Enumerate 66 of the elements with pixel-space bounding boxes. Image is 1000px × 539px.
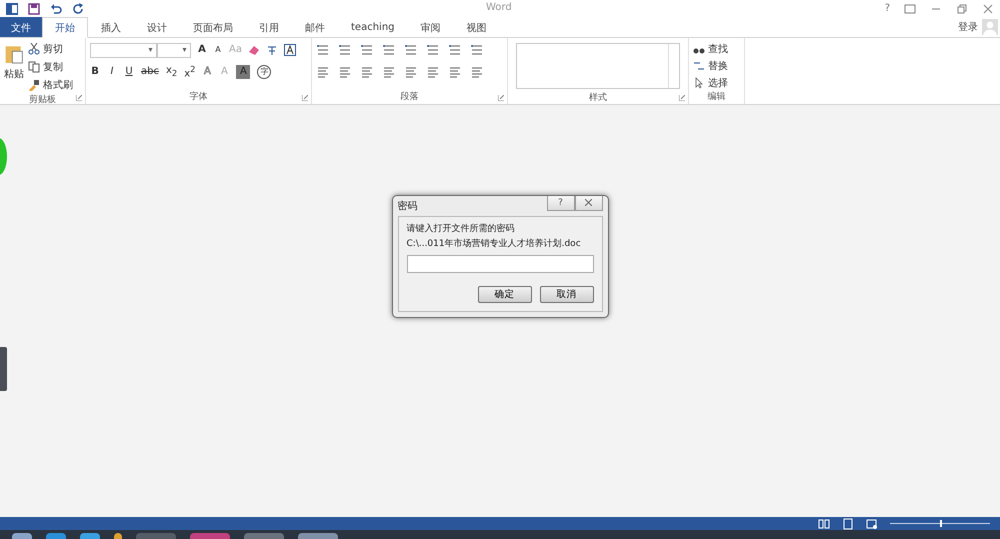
close-icon [585,199,592,206]
file-path: C:\...011年市场营销专业人才培养计划.doc [406,238,581,250]
redo-icon[interactable] [72,2,84,14]
ribbon-tab[interactable]: 开始 [42,17,88,38]
paste-button[interactable]: 粘贴 [4,67,24,81]
font-button[interactable]: A [213,43,223,57]
font-button[interactable]: x$^{2}$ [184,62,196,82]
close-button[interactable] [574,196,602,210]
taskbar-icon[interactable] [80,533,100,539]
font-button[interactable]: U [124,65,134,79]
caret-icon [148,48,153,52]
group-label: 样式 [589,92,607,104]
group-label: 剪贴板 [29,94,56,106]
undo-icon[interactable] [50,2,62,14]
format-painter-button[interactable]: 格式刷 [43,78,73,92]
launcher-icon[interactable] [302,95,308,101]
font-button[interactable]: I [107,65,117,79]
font-button[interactable]: x$_{2}$ [166,64,178,80]
web-layout-icon[interactable] [866,518,878,530]
font-button[interactable]: A [236,65,250,79]
print-layout-icon[interactable] [842,518,854,530]
caret-icon [182,48,187,52]
help-button[interactable]: ? [546,196,574,210]
edit-button[interactable]: 选择 [708,76,728,90]
read-mode-icon[interactable] [818,518,830,530]
font-button[interactable]: 字 [257,65,272,79]
taskbar-icon[interactable] [298,533,338,539]
align-left-icon[interactable] [316,66,330,78]
word-logo-icon [6,2,18,14]
copy-button[interactable]: 复制 [43,60,63,74]
save-icon[interactable] [28,2,40,14]
launcher-icon[interactable] [76,95,82,101]
close-icon[interactable] [982,2,994,14]
dialog-button[interactable]: 确定 [478,286,532,302]
window-title: Word [486,2,512,13]
font-button[interactable]: A [197,43,207,57]
restore-icon[interactable] [956,2,968,14]
bullets-icon[interactable] [316,44,330,56]
font-button[interactable]: B [90,65,100,79]
edit-button[interactable]: 替换 [708,58,728,72]
prompt-text: 请键入打开文件所需的密码 [406,222,514,234]
ribbon-tab[interactable]: 文件 [0,17,42,37]
edit-button[interactable]: 查找 [708,42,728,56]
bordered-a-icon[interactable] [284,44,296,56]
ribbon-display-icon[interactable] [904,2,916,14]
taskbar-icon[interactable] [46,533,66,539]
help-button[interactable]: ? [884,3,890,14]
eraser-icon[interactable] [248,44,260,56]
sign-in-link[interactable]: 登录 [958,20,978,34]
scissors-icon [28,43,40,55]
font-size-field[interactable] [157,42,191,58]
dialog-title: 密码 [398,200,418,212]
dialog-button[interactable]: 取消 [540,286,594,302]
cursor-icon [693,76,705,88]
group-label: 编辑 [708,90,726,104]
launcher-icon[interactable] [679,95,685,101]
font-button[interactable]: abc [141,65,159,79]
font-name-field[interactable] [90,42,157,58]
group-label: 字体 [190,90,208,104]
copy-icon [28,61,40,73]
cut-button[interactable]: 剪切 [43,42,63,56]
password-field[interactable] [406,254,594,272]
brush-icon [28,79,40,91]
taskbar-icon[interactable] [114,533,122,539]
launcher-icon[interactable] [498,95,504,101]
group-label: 段落 [400,90,418,104]
